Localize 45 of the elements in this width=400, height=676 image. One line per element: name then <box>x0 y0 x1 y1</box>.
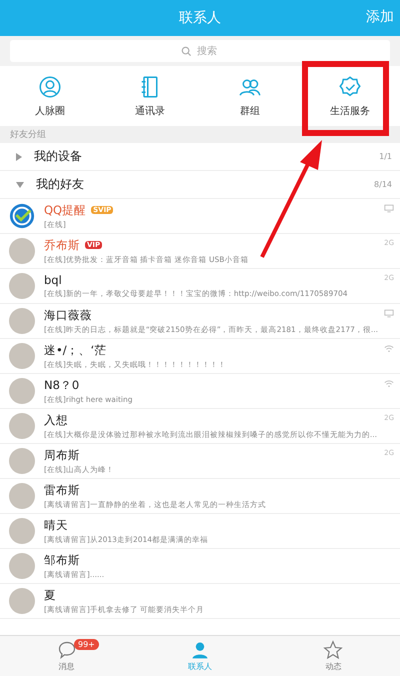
group-row[interactable]: 我的好友 8/14 <box>0 171 400 199</box>
contact-name: 周布斯 <box>44 448 80 462</box>
section-label: 好友分组 <box>0 126 400 143</box>
search-field[interactable]: 搜索 <box>10 40 390 62</box>
chat-bubble-icon <box>56 640 77 660</box>
star-icon <box>323 640 344 660</box>
avatar-placeholder <box>9 413 35 439</box>
group-count: 8/14 <box>374 180 392 189</box>
contact-name: 海口薇薇 <box>44 308 92 322</box>
person-icon <box>190 640 210 660</box>
avatar-placeholder <box>9 308 35 334</box>
search-icon <box>181 46 192 57</box>
computer-icon <box>384 309 394 318</box>
contact-name: 夏 <box>44 588 56 602</box>
tab-button[interactable]: 动态 <box>266 636 400 676</box>
group-count: 1/1 <box>379 152 392 161</box>
avatar-placeholder <box>9 518 35 544</box>
contact-name: 迷•/；、‘茫 <box>44 342 106 358</box>
wifi-icon <box>384 344 394 353</box>
contact-name: 入想 <box>44 412 68 428</box>
avatar-placeholder <box>9 553 35 579</box>
contact-name: QQ提醒 <box>44 202 86 218</box>
wifi-icon <box>384 379 394 388</box>
avatar-placeholder <box>9 273 35 299</box>
page-title: 联系人 <box>179 9 221 27</box>
contact-name: N8？0 <box>44 378 80 392</box>
check-logo-icon <box>9 203 35 229</box>
unread-badge: 99+ <box>74 639 99 650</box>
person-circle-icon <box>38 74 62 98</box>
contact-name: 乔布斯 <box>44 238 80 252</box>
tab-button[interactable]: 消息 99+ <box>0 636 134 676</box>
avatar-placeholder <box>9 483 35 509</box>
group-name: 我的好友 <box>36 176 85 193</box>
check-badge-icon <box>338 74 362 98</box>
avatar-placeholder <box>9 588 35 614</box>
avatar-placeholder <box>9 238 35 264</box>
group-name: 我的设备 <box>34 148 83 165</box>
contact-name: 晴天 <box>44 518 68 532</box>
avatar-placeholder <box>9 448 35 474</box>
contact-name: bql <box>44 273 62 287</box>
contact-name: 邹布斯 <box>44 552 80 568</box>
avatar-placeholder <box>9 378 35 404</box>
contact-name: 雷布斯 <box>44 482 80 498</box>
computer-icon <box>384 204 394 213</box>
avatar-placeholder <box>9 343 35 369</box>
